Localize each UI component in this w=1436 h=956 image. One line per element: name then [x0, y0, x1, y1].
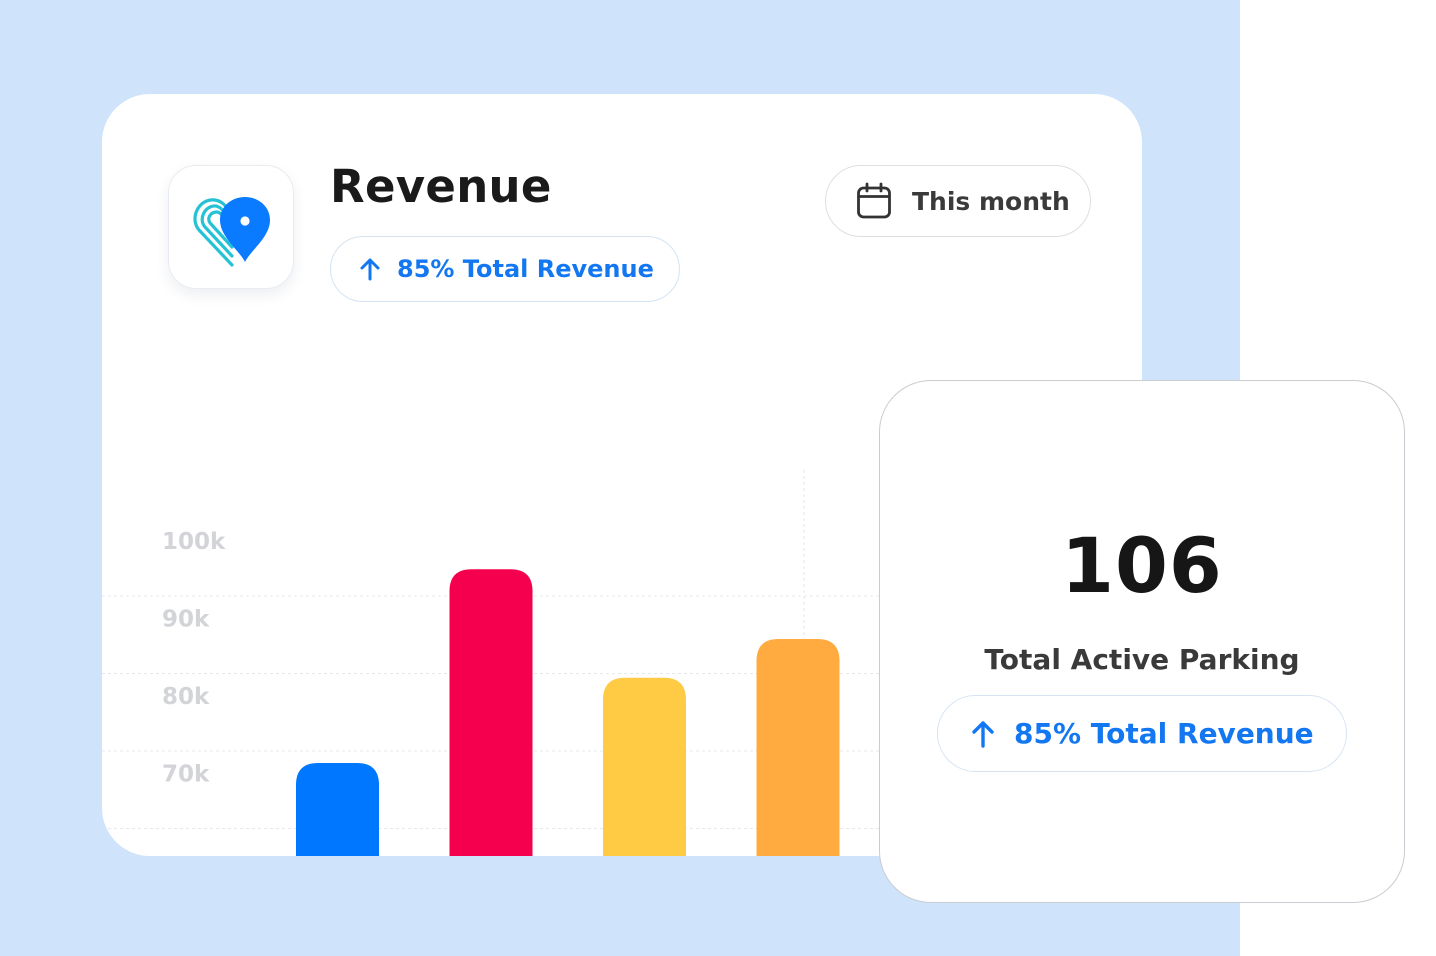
total-revenue-badge-label: 85% Total Revenue [397, 255, 654, 283]
y-tick-label: 80k [162, 684, 210, 710]
calendar-icon [857, 182, 891, 219]
date-filter-label: This month [912, 186, 1070, 216]
heart-pin-icon [193, 197, 270, 267]
bar-2[interactable] [449, 569, 533, 856]
active-parking-count: 106 [1061, 521, 1223, 610]
stat-revenue-badge: 85% Total Revenue [937, 695, 1347, 772]
y-tick-label: 90k [162, 607, 210, 633]
stat-revenue-badge-label: 85% Total Revenue [1014, 717, 1314, 750]
total-revenue-badge: 85% Total Revenue [330, 236, 680, 302]
app-logo [168, 165, 294, 289]
date-filter-button[interactable]: This month [825, 165, 1091, 237]
arrow-up-icon [972, 720, 994, 748]
active-parking-label: Total Active Parking [984, 643, 1300, 676]
y-tick-label: 70k [162, 762, 210, 788]
y-tick-label: 100k [162, 529, 226, 555]
active-parking-card: 106 Total Active Parking 85% Total Reven… [879, 380, 1405, 903]
arrow-up-icon [360, 258, 380, 281]
bar-3[interactable] [603, 677, 686, 856]
bar-4[interactable] [756, 639, 840, 856]
card-title: Revenue [330, 160, 552, 213]
bar-1[interactable] [296, 763, 379, 856]
